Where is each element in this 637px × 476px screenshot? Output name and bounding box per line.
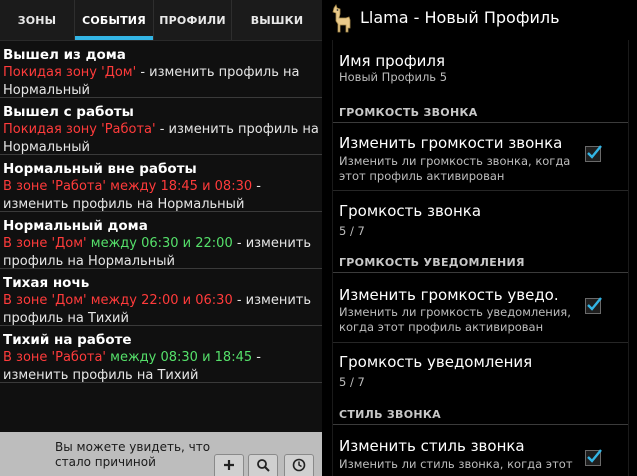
search-icon bbox=[256, 458, 270, 476]
event-title: Вышел с работы bbox=[3, 104, 134, 120]
bottom-bar: Вы можете увидеть, что стало причиной bbox=[0, 432, 322, 476]
app-title: Llama - Новый Профиль bbox=[360, 8, 560, 27]
check-icon bbox=[587, 145, 602, 159]
llama-icon[interactable] bbox=[328, 4, 354, 34]
divider bbox=[333, 342, 628, 343]
event-time: между 06:30 и 22:00 bbox=[86, 236, 233, 251]
pref-summary: Новый Профиль 5 bbox=[339, 70, 448, 84]
events-pane: ЗОНЫ СОБЫТИЯ ПРОФИЛИ ВЫШКИ Вышел из дома… bbox=[0, 0, 322, 476]
pref-summary: Изменить ли громкость звонка, когда этот… bbox=[339, 154, 571, 183]
event-item[interactable]: Вышел из дома Покидая зону 'Дом' - измен… bbox=[0, 41, 322, 98]
category-header: ГРОМКОСТЬ УВЕДОМЛЕНИЯ bbox=[339, 256, 525, 269]
tab-towers[interactable]: ВЫШКИ bbox=[232, 0, 322, 40]
pref-title: Громкость уведомления bbox=[339, 353, 533, 371]
pref-title: Изменить громкость уведо. bbox=[339, 286, 559, 304]
check-icon bbox=[587, 449, 602, 463]
event-description: В зоне 'Работа' между 18:45 и 08:30 - из… bbox=[3, 178, 322, 214]
pref-summary: Изменить ли стиль звонка, когда этот bbox=[339, 457, 573, 471]
search-button[interactable] bbox=[248, 454, 278, 476]
event-title: Нормальный дома bbox=[3, 218, 148, 234]
event-title: Нормальный вне работы bbox=[3, 161, 197, 177]
tab-profiles[interactable]: ПРОФИЛИ bbox=[154, 0, 232, 40]
profile-settings: Имя профиля Новый Профиль 5 ГРОМКОСТЬ ЗВ… bbox=[332, 40, 629, 476]
tab-zones[interactable]: ЗОНЫ bbox=[0, 0, 75, 40]
pref-title: Изменить громкости звонка bbox=[339, 134, 563, 152]
event-zone: В зоне 'Работа' bbox=[3, 350, 107, 365]
event-condition: В зоне 'Работа' между 18:45 и 08:30 bbox=[3, 179, 253, 194]
checkbox[interactable] bbox=[585, 297, 602, 314]
event-item[interactable]: Нормальный дома В зоне 'Дом' между 06:30… bbox=[0, 212, 322, 269]
category-divider bbox=[333, 122, 628, 123]
event-condition: Покидая зону 'Дом' bbox=[3, 65, 137, 80]
history-icon bbox=[292, 458, 306, 476]
divider bbox=[333, 190, 628, 191]
history-button[interactable] bbox=[284, 454, 314, 476]
event-list: Вышел из дома Покидая зону 'Дом' - измен… bbox=[0, 41, 322, 383]
pref-title: Громкость звонка bbox=[339, 202, 482, 220]
checkbox[interactable] bbox=[585, 145, 602, 162]
category-divider bbox=[333, 272, 628, 273]
event-description: Покидая зону 'Работа' - изменить профиль… bbox=[3, 121, 322, 157]
event-zone: В зоне 'Дом' bbox=[3, 236, 87, 251]
event-condition: В зоне 'Дом' между 22:00 и 06:30 bbox=[3, 293, 233, 308]
event-description: В зоне 'Дом' между 06:30 и 22:00 - измен… bbox=[3, 235, 322, 271]
checkbox[interactable] bbox=[585, 449, 602, 466]
event-description: В зоне 'Дом' между 22:00 и 06:30 - измен… bbox=[3, 292, 322, 328]
event-item[interactable]: Нормальный вне работы В зоне 'Работа' ме… bbox=[0, 155, 322, 212]
pref-summary: Изменить ли громкость уведомления, когда… bbox=[339, 305, 571, 334]
event-item[interactable]: Тихая ночь В зоне 'Дом' между 22:00 и 06… bbox=[0, 269, 322, 326]
event-item[interactable]: Тихий на работе В зоне 'Работа' между 08… bbox=[0, 326, 322, 383]
pref-title: Изменить стиль звонка bbox=[339, 437, 525, 455]
event-description: В зоне 'Работа' между 08:30 и 18:45 - из… bbox=[3, 349, 322, 385]
action-bar: Llama - Новый Профиль bbox=[322, 0, 637, 40]
pref-summary: 5 / 7 bbox=[339, 224, 365, 238]
category-header: ГРОМКОСТЬ ЗВОНКА bbox=[339, 106, 478, 119]
event-title: Вышел из дома bbox=[3, 47, 126, 63]
check-icon bbox=[587, 297, 602, 311]
tab-bar: ЗОНЫ СОБЫТИЯ ПРОФИЛИ ВЫШКИ bbox=[0, 0, 322, 41]
pref-title: Имя профиля bbox=[339, 52, 446, 70]
category-header: СТИЛЬ ЗВОНКА bbox=[339, 408, 441, 421]
tab-events[interactable]: СОБЫТИЯ bbox=[75, 0, 154, 40]
event-time: между 08:30 и 18:45 bbox=[106, 350, 253, 365]
event-item[interactable]: Вышел с работы Покидая зону 'Работа' - и… bbox=[0, 98, 322, 155]
hint-text: Вы можете увидеть, что стало причиной bbox=[55, 440, 211, 469]
category-divider bbox=[333, 424, 628, 425]
event-title: Тихая ночь bbox=[3, 275, 90, 291]
pref-summary: 5 / 7 bbox=[339, 375, 365, 389]
add-icon bbox=[223, 459, 235, 475]
event-title: Тихий на работе bbox=[3, 332, 132, 348]
event-condition: Покидая зону 'Работа' bbox=[3, 122, 156, 137]
add-button[interactable] bbox=[214, 454, 244, 476]
event-description: Покидая зону 'Дом' - изменить профиль на… bbox=[3, 64, 322, 100]
